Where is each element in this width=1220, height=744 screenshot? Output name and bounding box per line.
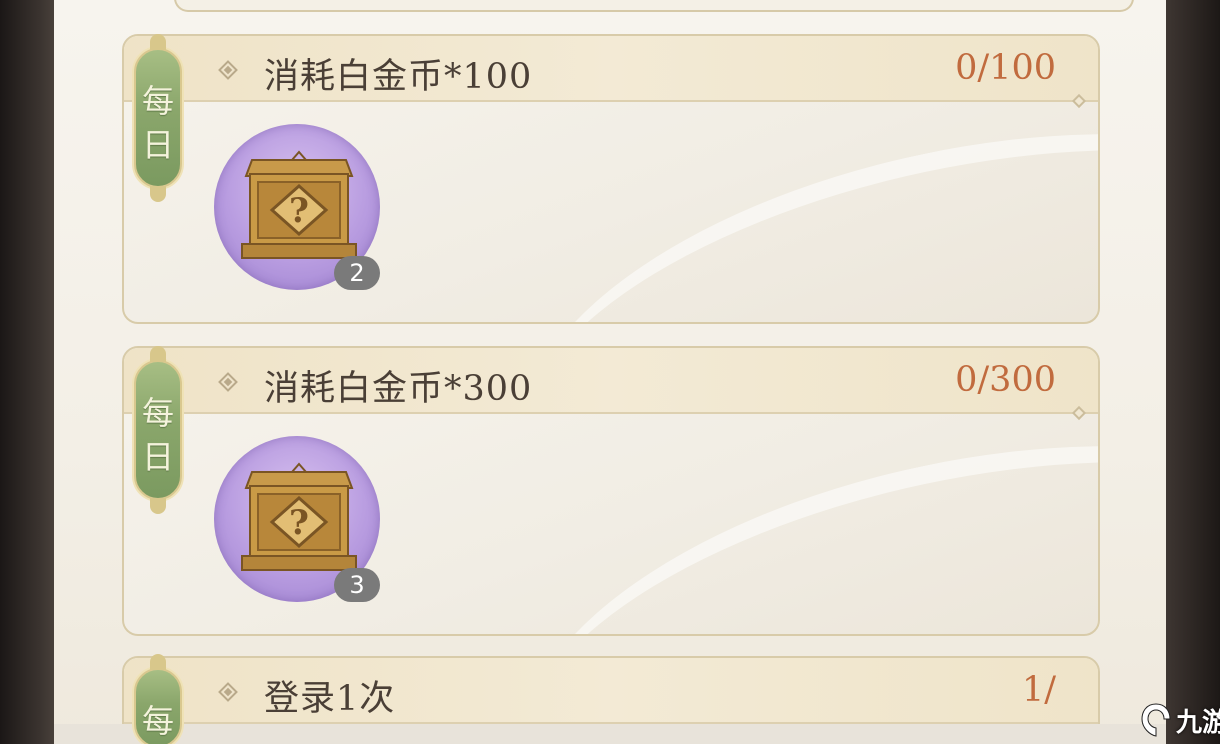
daily-tag: 每: [134, 654, 182, 744]
mystery-chest-icon: ?: [241, 150, 357, 259]
background-right: [1166, 0, 1220, 744]
task-progress: 1/: [1021, 670, 1056, 710]
reward-count-badge: 3: [334, 568, 380, 602]
jiuyou-logo-icon: [1141, 703, 1171, 737]
mystery-chest-icon: ?: [241, 462, 357, 571]
task-header: 登录1次 1/: [124, 658, 1098, 724]
reward-item[interactable]: ? 2: [214, 124, 380, 290]
previous-task-card: [174, 0, 1134, 12]
task-title: 消耗白金币*300: [264, 369, 533, 409]
daily-tag-char: 每: [141, 394, 174, 432]
watermark: 九游: [1130, 696, 1220, 744]
task-progress: 0/100: [955, 48, 1056, 88]
task-list-panel[interactable]: 消耗白金币*100 0/100 消耗白金币*300 0/300 登录1次 1/: [54, 0, 1166, 744]
reward-count-badge: 2: [334, 256, 380, 290]
task-progress: 0/300: [955, 360, 1056, 400]
daily-tag-char: 每: [141, 702, 174, 740]
daily-tag-char: 日: [141, 438, 174, 476]
task-header: 消耗白金币*300 0/300: [124, 348, 1098, 414]
background-left: [0, 0, 56, 744]
daily-tag: 每 日: [134, 34, 182, 202]
svg-text:?: ?: [289, 503, 309, 543]
task-header: 消耗白金币*100 0/100: [124, 36, 1098, 102]
diamond-bullet-icon: [218, 682, 238, 702]
daily-tag-char: 每: [141, 82, 174, 120]
watermark-text: 九游: [1176, 708, 1220, 738]
svg-text:?: ?: [289, 191, 309, 231]
panel-bottom-edge: [54, 724, 1166, 744]
daily-tag-char: 日: [141, 126, 174, 164]
diamond-bullet-icon: [218, 60, 238, 80]
diamond-bullet-icon: [218, 372, 238, 392]
task-title: 登录1次: [264, 679, 396, 719]
daily-tag: 每 日: [134, 346, 182, 514]
task-title: 消耗白金币*100: [264, 57, 533, 97]
reward-item[interactable]: ? 3: [214, 436, 380, 602]
